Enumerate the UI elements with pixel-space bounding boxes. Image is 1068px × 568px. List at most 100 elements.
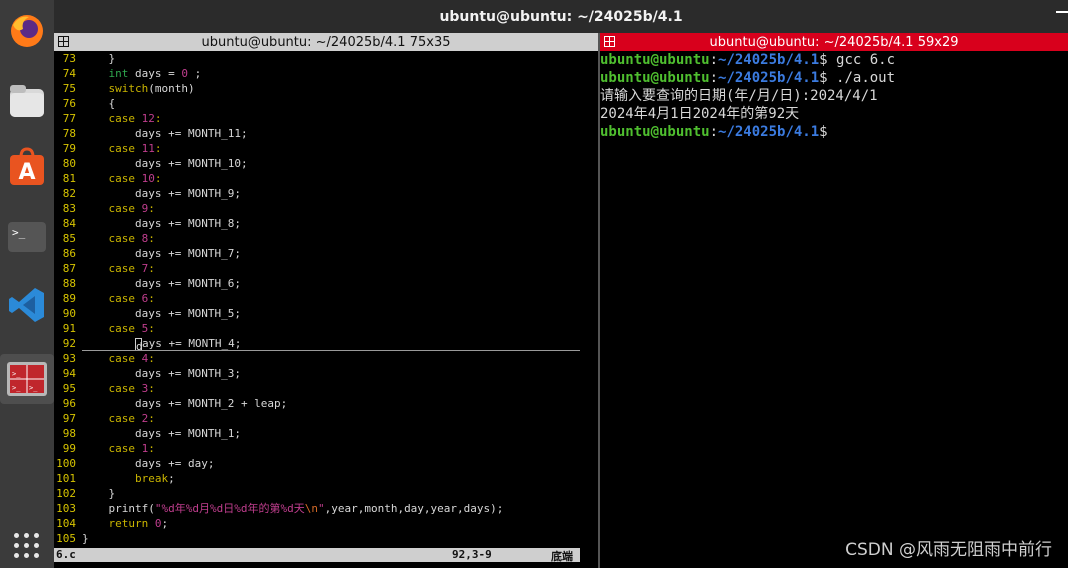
vim-editor[interactable]: 73 } 74 int days = 0 ; 75 switch(month) 76 … <box>54 51 598 548</box>
code-line[interactable]: 82 days += MONTH_9; <box>54 186 598 201</box>
code-token: days += MONTH_10; <box>82 157 248 170</box>
line-number: 77 <box>62 112 76 125</box>
code-line[interactable]: 94 days += MONTH_3; <box>54 366 598 381</box>
svg-text:>_: >_ <box>12 226 26 239</box>
output-line: 请输入要查询的日期(年/月/日):2024/4/1 <box>600 87 1068 105</box>
code-line[interactable]: 99 case 1: <box>54 441 598 456</box>
code-token: case <box>108 322 136 335</box>
code-line[interactable]: 76 { <box>54 96 598 111</box>
code-line[interactable]: 74 int days = 0 ; <box>54 66 598 81</box>
status-filename: 6.c <box>56 548 76 561</box>
prompt-separator: : <box>709 70 719 86</box>
code-line[interactable]: 81 case 10: <box>54 171 598 186</box>
code-line[interactable]: 79 case 11: <box>54 141 598 156</box>
code-token: ; <box>168 472 175 485</box>
code-line[interactable]: 97 case 2: <box>54 411 598 426</box>
code-token: : <box>154 142 162 155</box>
code-line[interactable]: 103 printf("%d年%d月%d日%d年的第%d天\n",year,mo… <box>54 501 598 516</box>
code-token: days += MONTH_3; <box>82 367 241 380</box>
text-cursor: d <box>134 337 143 353</box>
code-line[interactable]: 92 days += MONTH_4; <box>54 336 598 353</box>
terminal-icon[interactable]: >_ <box>0 214 54 260</box>
status-scroll-indicator: 底端 <box>551 550 573 563</box>
code-token: \n <box>304 502 318 515</box>
code-token: switch <box>108 82 149 95</box>
code-line[interactable]: 90 days += MONTH_5; <box>54 306 598 321</box>
code-line[interactable]: 86 days += MONTH_7; <box>54 246 598 261</box>
command-text: gcc 6.c <box>827 52 896 68</box>
code-line[interactable]: 84 days += MONTH_8; <box>54 216 598 231</box>
code-token: days += MONTH_1; <box>82 427 241 440</box>
code-line[interactable]: 87 case 7: <box>54 261 598 276</box>
line-number: 97 <box>62 412 76 425</box>
firefox-icon[interactable] <box>0 8 54 54</box>
code-line[interactable]: 104 return 0; <box>54 516 598 531</box>
prompt-path: ~/24025b/4.1 <box>718 70 820 86</box>
prompt-line: ubuntu@ubuntu:~/24025b/4.1$ ./a.out <box>600 69 1068 87</box>
prompt-path: ~/24025b/4.1 <box>718 52 820 68</box>
code-line[interactable]: 93 case 4: <box>54 351 598 366</box>
code-line[interactable]: 98 days += MONTH_1; <box>54 426 598 441</box>
line-number: 93 <box>62 352 76 365</box>
software-icon[interactable]: A <box>0 144 54 190</box>
svg-text:>_: >_ <box>29 384 38 392</box>
line-number: 88 <box>62 277 76 290</box>
code-token: : <box>148 412 155 425</box>
window-control-icon[interactable] <box>1056 11 1068 13</box>
code-line[interactable]: 102 } <box>54 486 598 501</box>
window-title: ubuntu@ubuntu: ~/24025b/4.1 <box>439 8 683 25</box>
code-line[interactable]: 101 break; <box>54 471 598 486</box>
code-token: case <box>108 112 136 125</box>
right-pane-title: ubuntu@ubuntu: ~/24025b/4.1 59x29 <box>709 34 959 50</box>
code-line[interactable]: 77 case 12: <box>54 111 598 126</box>
code-line[interactable]: 91 case 5: <box>54 321 598 336</box>
line-number: 105 <box>56 532 76 545</box>
code-line[interactable]: 96 days += MONTH_2 + leap; <box>54 396 598 411</box>
code-token: : <box>148 442 155 455</box>
prompt-line: ubuntu@ubuntu:~/24025b/4.1$ <box>600 123 1068 141</box>
prompt-path: ~/24025b/4.1 <box>718 124 820 140</box>
code-line[interactable]: 89 case 6: <box>54 291 598 306</box>
line-number: 103 <box>56 502 76 515</box>
window-titlebar[interactable]: ubuntu@ubuntu: ~/24025b/4.1 <box>54 0 1068 33</box>
code-line[interactable]: 83 case 9: <box>54 201 598 216</box>
line-number: 101 <box>56 472 76 485</box>
left-pane-header[interactable]: ubuntu@ubuntu: ~/24025b/4.1 75x35 <box>54 33 598 51</box>
code-line[interactable]: 95 case 3: <box>54 381 598 396</box>
code-line[interactable]: 80 days += MONTH_10; <box>54 156 598 171</box>
code-line[interactable]: 73 } <box>54 51 598 66</box>
files-icon[interactable] <box>0 78 54 124</box>
pane-split-icon[interactable] <box>604 36 615 47</box>
code-line[interactable]: 88 days += MONTH_6; <box>54 276 598 291</box>
code-token: "%d年%d月%d日%d年的第%d天 <box>154 502 305 515</box>
line-number: 96 <box>62 397 76 410</box>
code-line[interactable]: 105} <box>54 531 598 546</box>
code-line[interactable]: 100 days += day; <box>54 456 598 471</box>
shell-terminal[interactable]: ubuntu@ubuntu:~/24025b/4.1$ gcc 6.c ubunt… <box>600 51 1068 141</box>
code-token: ; <box>187 67 202 80</box>
show-apps-icon[interactable] <box>0 528 54 564</box>
line-number: 84 <box>62 217 76 230</box>
code-token: case <box>108 232 136 245</box>
prompt-separator: : <box>709 52 719 68</box>
line-number: 94 <box>62 367 76 380</box>
code-token: case <box>108 142 136 155</box>
prompt-symbol: $ <box>819 124 828 140</box>
vscode-icon[interactable] <box>0 282 54 328</box>
right-pane-header[interactable]: ubuntu@ubuntu: ~/24025b/4.1 59x29 <box>600 33 1068 51</box>
code-token: days += day; <box>82 457 215 470</box>
code-line[interactable]: 78 days += MONTH_11; <box>54 126 598 141</box>
prompt-separator: : <box>709 124 719 140</box>
code-line[interactable]: 75 switch(month) <box>54 81 598 96</box>
svg-text:>_: >_ <box>12 370 21 378</box>
terminal-split-icon[interactable]: >_ >_ >_ <box>0 354 54 404</box>
code-line[interactable]: 85 case 8: <box>54 231 598 246</box>
pane-split-icon[interactable] <box>58 36 69 47</box>
line-number: 81 <box>62 172 76 185</box>
